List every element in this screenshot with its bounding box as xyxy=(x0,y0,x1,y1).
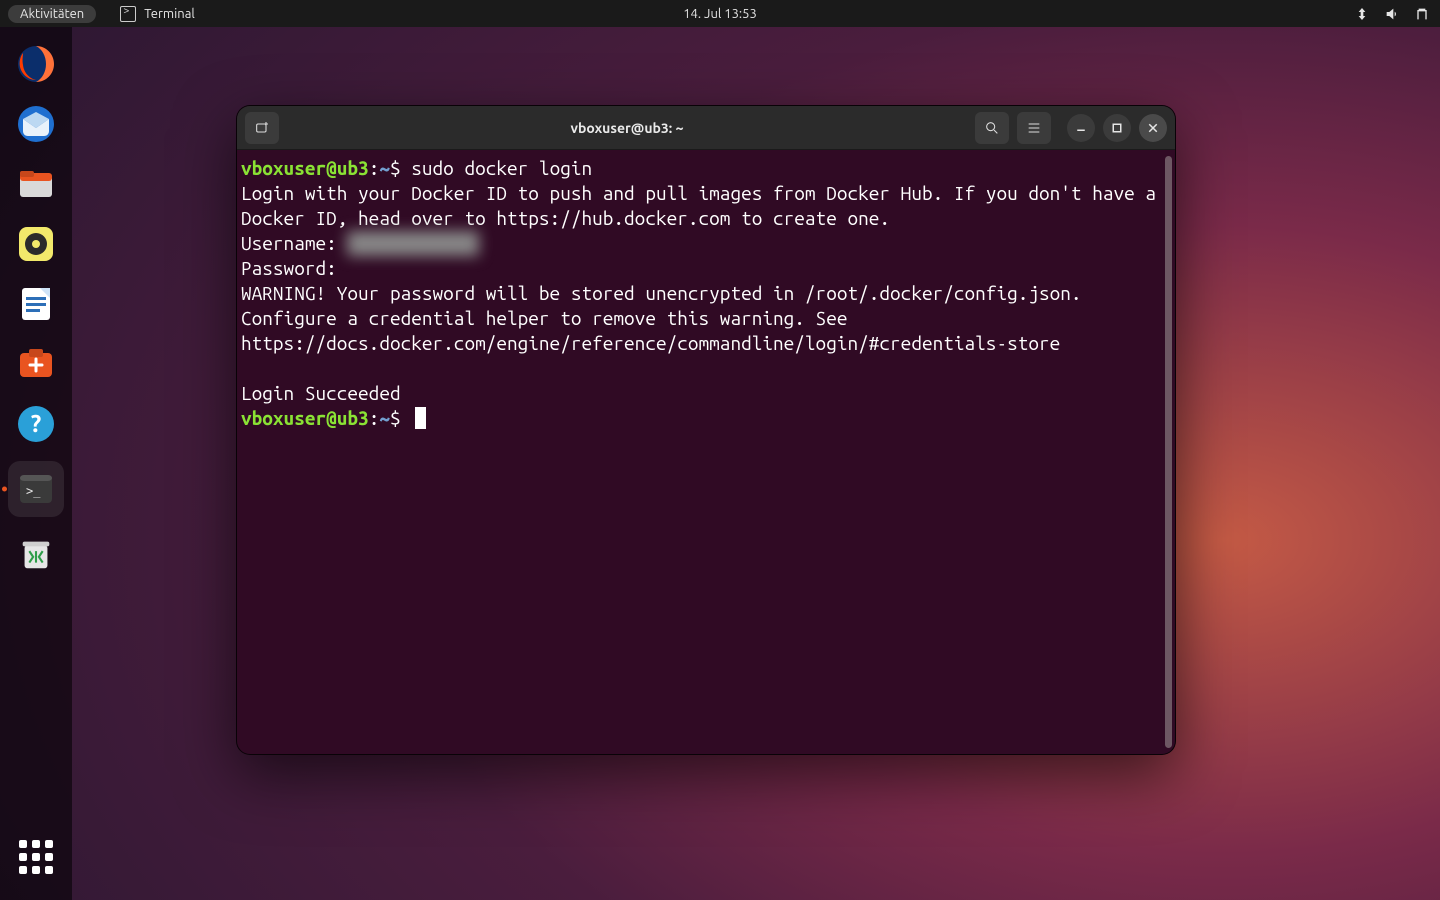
svg-text:?: ? xyxy=(31,410,42,437)
prompt-symbol: $ xyxy=(390,407,401,429)
minimize-button[interactable] xyxy=(1067,114,1095,142)
network-icon[interactable] xyxy=(1354,6,1370,22)
maximize-button[interactable] xyxy=(1103,114,1131,142)
firefox-icon xyxy=(15,43,57,85)
text-cursor xyxy=(415,407,426,429)
output-password-label: Password: xyxy=(241,257,337,279)
help-icon: ? xyxy=(15,403,57,445)
dock-item-software[interactable] xyxy=(13,341,59,387)
ubuntu-software-icon xyxy=(15,343,57,385)
new-tab-button[interactable] xyxy=(245,112,279,144)
dock-item-firefox[interactable] xyxy=(13,41,59,87)
files-icon xyxy=(15,163,57,205)
terminal-icon xyxy=(120,6,136,22)
dock-item-rhythmbox[interactable] xyxy=(13,221,59,267)
output-line: Login Succeeded xyxy=(241,382,401,404)
output-line: Login with your Docker ID to push and pu… xyxy=(241,182,1167,229)
dock-item-terminal[interactable]: >_ xyxy=(8,461,64,517)
hamburger-icon xyxy=(1026,120,1042,136)
dock-item-thunderbird[interactable] xyxy=(13,101,59,147)
command-text: sudo docker login xyxy=(411,157,592,179)
volume-icon[interactable] xyxy=(1384,6,1400,22)
dock-item-help[interactable]: ? xyxy=(13,401,59,447)
terminal-body[interactable]: vboxuser@ub3:~$ sudo docker login Login … xyxy=(237,150,1175,754)
terminal-output[interactable]: vboxuser@ub3:~$ sudo docker login Login … xyxy=(239,156,1173,431)
terminal-app-icon: >_ xyxy=(15,468,57,510)
terminal-window: vboxuser@ub3: ~ vboxuser@ub3:~$ sudo doc… xyxy=(236,105,1176,755)
activities-button[interactable]: Aktivitäten xyxy=(8,5,96,23)
output-line: WARNING! Your password will be stored un… xyxy=(241,282,1082,304)
close-button[interactable] xyxy=(1139,114,1167,142)
search-button[interactable] xyxy=(975,112,1009,144)
dock-item-writer[interactable] xyxy=(13,281,59,327)
output-line: Configure a credential helper to remove … xyxy=(241,307,847,329)
active-app-label: Terminal xyxy=(144,7,195,21)
gnome-topbar: Aktivitäten Terminal 14. Jul 13:53 xyxy=(0,0,1440,27)
trash-icon xyxy=(16,534,56,574)
dock-item-trash[interactable] xyxy=(13,531,59,577)
libreoffice-writer-icon xyxy=(15,283,57,325)
new-tab-icon xyxy=(254,120,270,136)
prompt-path: ~ xyxy=(379,157,390,179)
dock: ? >_ xyxy=(0,27,72,900)
output-username-label: Username: xyxy=(241,232,347,254)
battery-icon[interactable] xyxy=(1414,6,1430,22)
close-icon xyxy=(1147,122,1159,134)
prompt-user: vboxuser@ub3 xyxy=(241,407,369,429)
show-applications-button[interactable] xyxy=(13,834,59,880)
system-tray[interactable] xyxy=(1354,6,1430,22)
output-line: https://docs.docker.com/engine/reference… xyxy=(241,332,1060,354)
thunderbird-icon xyxy=(15,103,57,145)
rhythmbox-icon xyxy=(15,223,57,265)
minimize-icon xyxy=(1075,122,1087,134)
terminal-scrollbar[interactable] xyxy=(1165,156,1172,748)
search-icon xyxy=(984,120,1000,136)
svg-text:>_: >_ xyxy=(26,484,41,498)
prompt-path: ~ xyxy=(379,407,390,429)
prompt-user: vboxuser@ub3 xyxy=(241,157,369,179)
hamburger-menu-button[interactable] xyxy=(1017,112,1051,144)
active-app-indicator[interactable]: Terminal xyxy=(120,6,195,22)
clock[interactable]: 14. Jul 13:53 xyxy=(683,7,757,21)
prompt-symbol: $ xyxy=(390,157,401,179)
window-title: vboxuser@ub3: ~ xyxy=(287,120,967,136)
terminal-titlebar[interactable]: vboxuser@ub3: ~ xyxy=(237,106,1175,150)
dock-item-files[interactable] xyxy=(13,161,59,207)
maximize-icon xyxy=(1111,122,1123,134)
redacted-username: ████████████ xyxy=(347,231,479,256)
